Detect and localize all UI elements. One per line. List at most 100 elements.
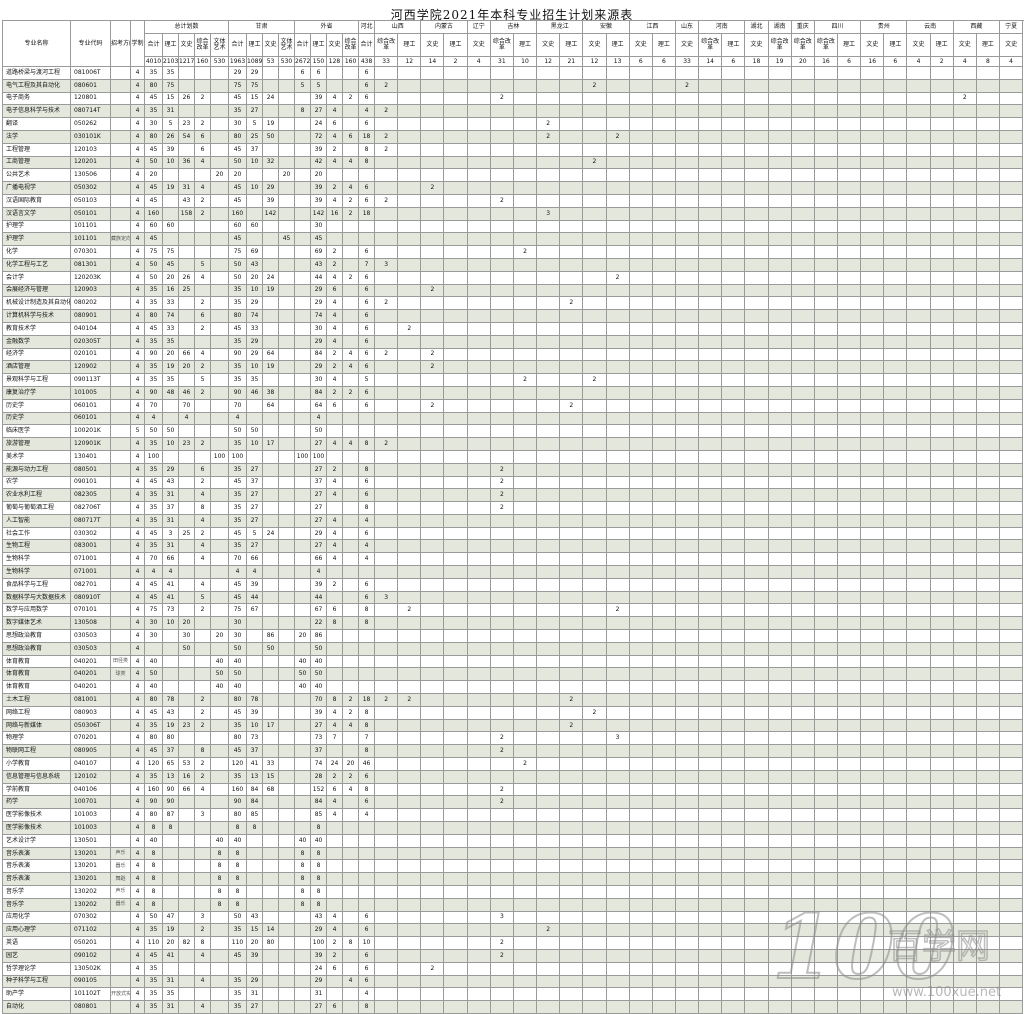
quota-cell	[342, 526, 360, 541]
quota-cell	[294, 731, 312, 746]
quota-cell: 2	[342, 385, 360, 400]
quota-cell	[443, 897, 468, 912]
duration-cell: 5	[130, 424, 145, 439]
quota-cell: 70	[228, 398, 248, 413]
quota-cell: 160	[144, 206, 163, 221]
quota-cell	[883, 974, 908, 989]
quota-cell	[420, 245, 445, 259]
category-header: 综合改革	[194, 33, 211, 57]
quota-cell: 2	[559, 718, 584, 733]
quota-cell	[582, 411, 607, 426]
quota-cell	[536, 821, 561, 835]
quota-cell	[420, 782, 445, 797]
quota-cell: 4	[246, 565, 264, 579]
quota-cell	[397, 872, 422, 886]
quota-cell	[443, 501, 468, 515]
quota-cell: 6	[358, 78, 376, 93]
quota-cell	[342, 334, 360, 349]
quota-cell	[883, 910, 908, 925]
quota-cell	[536, 757, 561, 771]
table-row: 历史学 060101 4 70 70 70 64 64 6 6 2 2	[2, 398, 1024, 413]
quota-cell	[790, 782, 815, 797]
quota-cell	[721, 411, 746, 426]
quota-cell	[397, 219, 422, 234]
quota-cell	[443, 693, 468, 707]
quota-cell: 90	[144, 347, 163, 362]
major-name-cell: 农学	[2, 475, 71, 490]
quota-cell	[374, 91, 399, 106]
quota-cell	[278, 475, 296, 490]
major-name-cell: 人工智能	[2, 513, 71, 528]
quota-cell	[512, 705, 538, 720]
quota-cell	[209, 565, 230, 579]
quota-cell	[420, 475, 445, 490]
quota-cell	[262, 513, 280, 528]
quota-cell	[374, 961, 399, 976]
quota-cell	[209, 142, 230, 157]
quota-cell	[651, 872, 676, 886]
quota-cell: 10	[162, 155, 179, 170]
quota-cell: 3	[194, 910, 211, 925]
duration-cell: 4	[130, 833, 145, 848]
major-code-cell: 082706T	[70, 501, 111, 515]
quota-cell	[326, 885, 344, 899]
quota-cell	[342, 948, 360, 963]
direction-cell	[110, 129, 131, 144]
quota-cell	[674, 872, 700, 886]
quota-cell	[836, 961, 862, 976]
quota-cell	[443, 885, 468, 899]
quota-cell	[929, 757, 954, 771]
quota-cell: 8	[246, 821, 264, 835]
quota-cell: 8	[228, 846, 248, 861]
quota-cell	[342, 910, 360, 925]
quota-cell	[278, 603, 296, 618]
quota-cell	[929, 142, 954, 157]
quota-cell	[178, 142, 195, 157]
direction-cell	[110, 309, 131, 323]
quota-cell	[559, 257, 584, 272]
quota-cell: 6	[326, 1000, 344, 1014]
quota-cell	[929, 641, 954, 656]
quota-cell	[605, 181, 630, 195]
quota-cell	[294, 769, 312, 784]
quota-cell	[466, 245, 491, 259]
quota-cell: 30	[310, 373, 328, 387]
quota-cell	[262, 833, 280, 848]
quota-cell	[883, 360, 908, 375]
quota-cell	[278, 398, 296, 413]
quota-cell	[278, 654, 296, 669]
quota-cell	[489, 232, 514, 247]
quota-cell: 6	[358, 974, 376, 989]
quota-cell	[975, 731, 1001, 746]
quota-cell	[767, 910, 792, 925]
quota-cell	[294, 347, 312, 362]
quota-cell	[397, 808, 422, 823]
duration-cell: 4	[130, 168, 145, 183]
direction-cell	[110, 475, 131, 490]
quota-cell	[420, 654, 445, 669]
quota-cell: 18	[358, 206, 376, 221]
quota-cell: 90	[162, 782, 179, 797]
major-code-cell: 130502K	[70, 961, 111, 976]
quota-cell: 8	[310, 821, 328, 835]
quota-cell	[294, 974, 312, 989]
duration-cell: 4	[130, 693, 145, 707]
quota-cell: 2	[559, 296, 584, 311]
quota-cell	[790, 629, 815, 643]
quota-cell	[512, 347, 538, 362]
quota-cell	[420, 78, 445, 93]
quota-cell	[374, 565, 399, 579]
quota-cell	[294, 565, 312, 579]
quota-cell	[906, 296, 931, 311]
quota-cell	[883, 91, 908, 106]
header-row-categories: 合计 理工 文史 综合改革 文体艺术 合计 理工 文史 文体艺术 合计 理工 文史 综合改革 合计 综合改革…	[3, 33, 1024, 57]
quota-cell	[466, 744, 491, 759]
quota-cell	[294, 603, 312, 618]
quota-cell	[294, 782, 312, 797]
quota-cell: 45	[228, 142, 248, 157]
quota-cell	[420, 193, 445, 208]
quota-cell: 2	[512, 245, 538, 259]
quota-cell	[860, 885, 885, 899]
region-header: 山西	[374, 20, 422, 34]
quota-cell: 20	[209, 629, 230, 643]
